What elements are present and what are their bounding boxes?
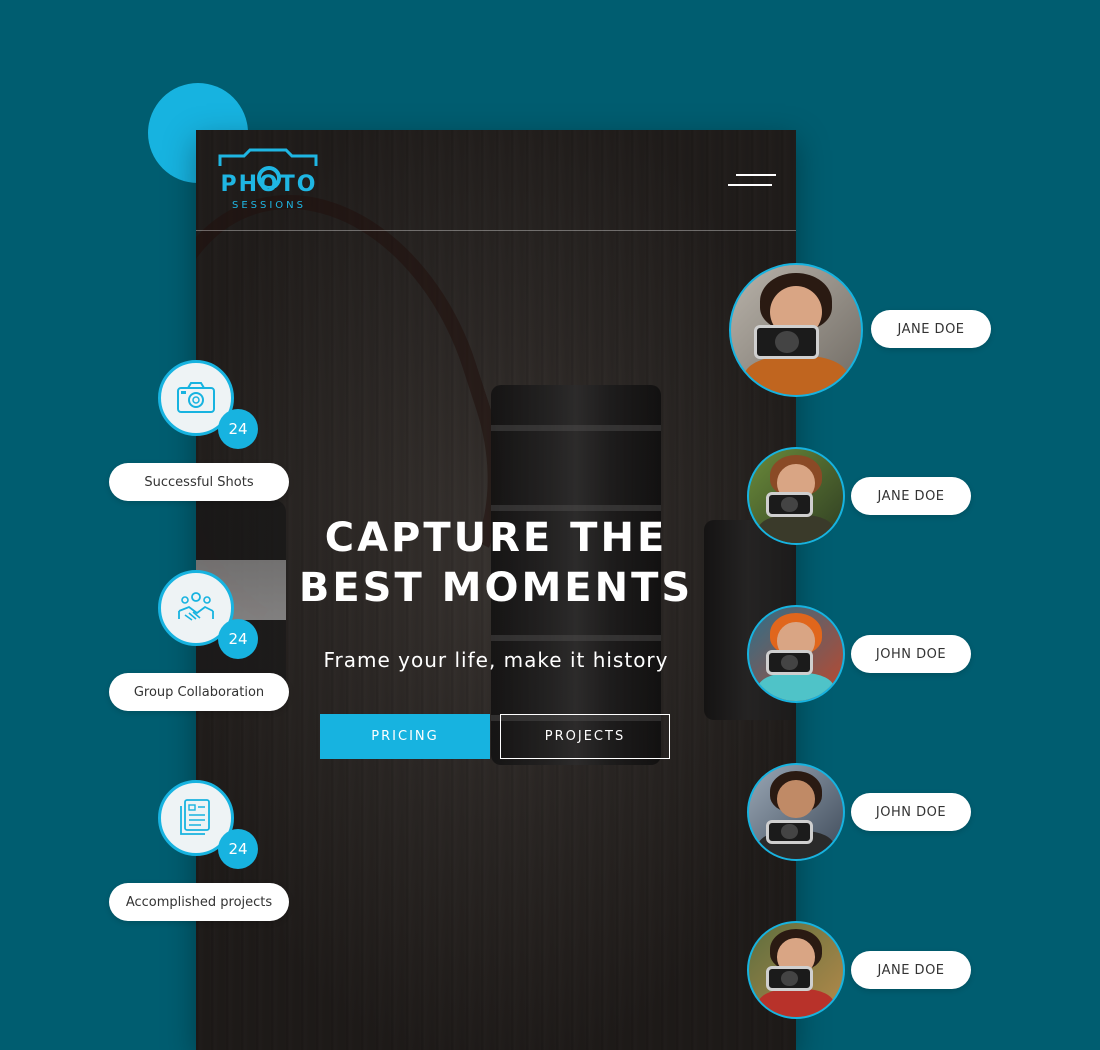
- avatar-camera: [754, 324, 820, 359]
- avatar-camera: [765, 966, 813, 991]
- photographer-avatar[interactable]: [747, 763, 845, 861]
- logo-word: PHOTO: [220, 172, 318, 197]
- stat-label-pill: Group Collaboration: [109, 673, 289, 711]
- avatar-body: [758, 672, 834, 701]
- stat-label-pill: Successful Shots: [109, 463, 289, 501]
- brand-logo[interactable]: PHOTO SESSIONS: [216, 148, 326, 218]
- documents-icon: [180, 799, 210, 835]
- avatar-camera: [765, 819, 813, 844]
- hero-headline: CAPTURE THE BEST MOMENTS: [236, 513, 756, 613]
- avatar-face: [777, 780, 815, 818]
- photographer-avatar[interactable]: [747, 605, 845, 703]
- photographer-name-pill[interactable]: JANE DOE: [851, 951, 971, 989]
- stat-count-badge: 24: [218, 829, 258, 869]
- hero-tagline: Frame your life, make it history: [323, 648, 669, 672]
- menu-bar-top: [736, 174, 776, 176]
- photographer-name-pill[interactable]: JANE DOE: [871, 310, 991, 348]
- photographer-name-pill[interactable]: JOHN DOE: [851, 793, 971, 831]
- avatar-body: [758, 514, 834, 543]
- photographer-avatar[interactable]: [729, 263, 863, 397]
- avatar-camera: [765, 650, 813, 675]
- header-divider: [196, 230, 796, 231]
- stat-label-pill: Accomplished projects: [109, 883, 289, 921]
- stat-count-badge: 24: [218, 409, 258, 449]
- headline-line-1: CAPTURE THE: [324, 515, 668, 561]
- avatar-body: [744, 356, 848, 395]
- photographer-name-pill[interactable]: JOHN DOE: [851, 635, 971, 673]
- stat-count-badge: 24: [218, 619, 258, 659]
- avatar-camera: [765, 492, 813, 517]
- avatar-body: [758, 988, 834, 1017]
- projects-button[interactable]: PROJECTS: [500, 714, 670, 759]
- headline-line-2: BEST MOMENTS: [298, 565, 694, 611]
- photographer-name-pill[interactable]: JANE DOE: [851, 477, 971, 515]
- photographer-avatar[interactable]: [747, 447, 845, 545]
- logo-subtitle: SESSIONS: [231, 200, 306, 211]
- pricing-button[interactable]: PRICING: [320, 714, 490, 759]
- menu-bar-bottom: [728, 184, 772, 186]
- hamburger-menu-button[interactable]: [728, 174, 776, 194]
- handshake-icon: [178, 592, 214, 621]
- photographer-avatar[interactable]: [747, 921, 845, 1019]
- camera-icon: [177, 382, 215, 413]
